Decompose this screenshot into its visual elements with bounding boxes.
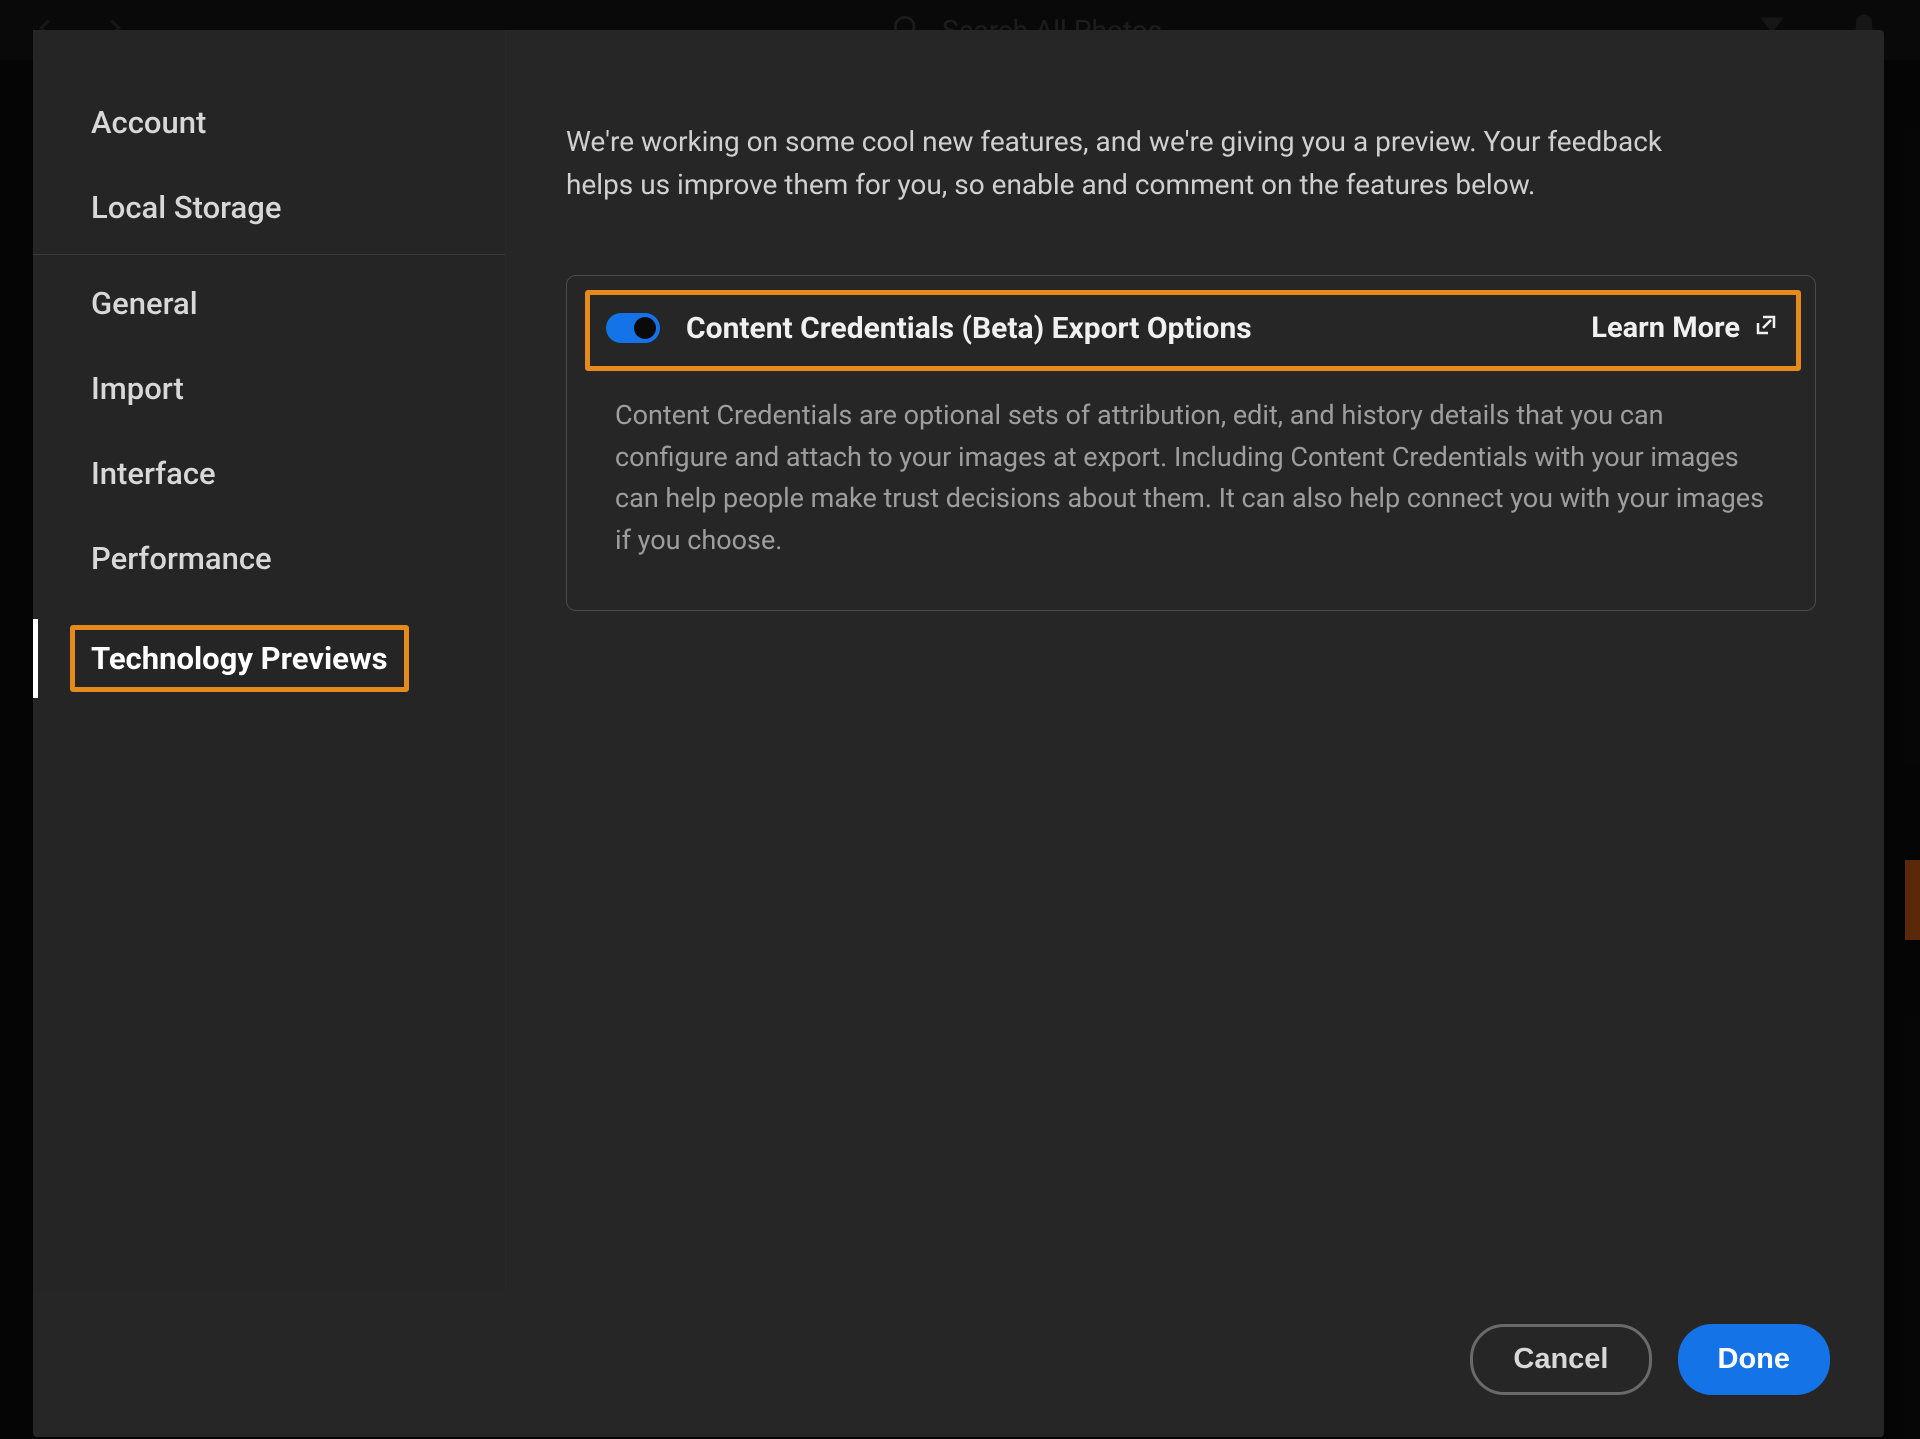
sidebar-item-label: Technology Previews: [70, 625, 409, 692]
learn-more-label: Learn More: [1591, 311, 1740, 345]
cancel-button[interactable]: Cancel: [1470, 1324, 1651, 1395]
sidebar-item-general[interactable]: General: [33, 261, 505, 346]
sidebar-item-interface[interactable]: Interface: [33, 431, 505, 516]
sidebar-item-technology-previews[interactable]: Technology Previews: [33, 601, 505, 716]
content-pane: We're working on some cool new features,…: [506, 30, 1884, 1290]
feature-description: Content Credentials are optional sets of…: [609, 395, 1773, 562]
sidebar-item-label: Account: [91, 104, 206, 141]
sidebar-item-performance[interactable]: Performance: [33, 516, 505, 601]
feature-header-highlight: Content Credentials (Beta) Export Option…: [585, 290, 1801, 371]
sidebar-item-label: Local Storage: [91, 189, 281, 226]
toggle-knob: [634, 317, 656, 339]
sidebar-item-label: General: [91, 285, 198, 322]
sidebar-item-label: Interface: [91, 455, 216, 492]
feature-title: Content Credentials (Beta) Export Option…: [686, 311, 1565, 346]
intro-text: We're working on some cool new features,…: [566, 120, 1736, 207]
external-link-icon: [1754, 311, 1778, 345]
sidebar-item-local-storage[interactable]: Local Storage: [33, 165, 505, 255]
modal-body: Account Local Storage General Import Int…: [33, 30, 1884, 1290]
modal-footer: Cancel Done: [33, 1290, 1884, 1437]
feature-toggle[interactable]: [606, 313, 660, 343]
sidebar-item-account[interactable]: Account: [33, 80, 505, 165]
sidebar-item-import[interactable]: Import: [33, 346, 505, 431]
done-button[interactable]: Done: [1678, 1324, 1831, 1395]
preferences-modal: Account Local Storage General Import Int…: [33, 30, 1884, 1437]
learn-more-link[interactable]: Learn More: [1591, 311, 1778, 345]
sidebar: Account Local Storage General Import Int…: [33, 30, 506, 1290]
sidebar-item-label: Import: [91, 370, 184, 407]
feature-card: Content Credentials (Beta) Export Option…: [566, 275, 1816, 611]
sidebar-item-label: Performance: [91, 540, 272, 577]
